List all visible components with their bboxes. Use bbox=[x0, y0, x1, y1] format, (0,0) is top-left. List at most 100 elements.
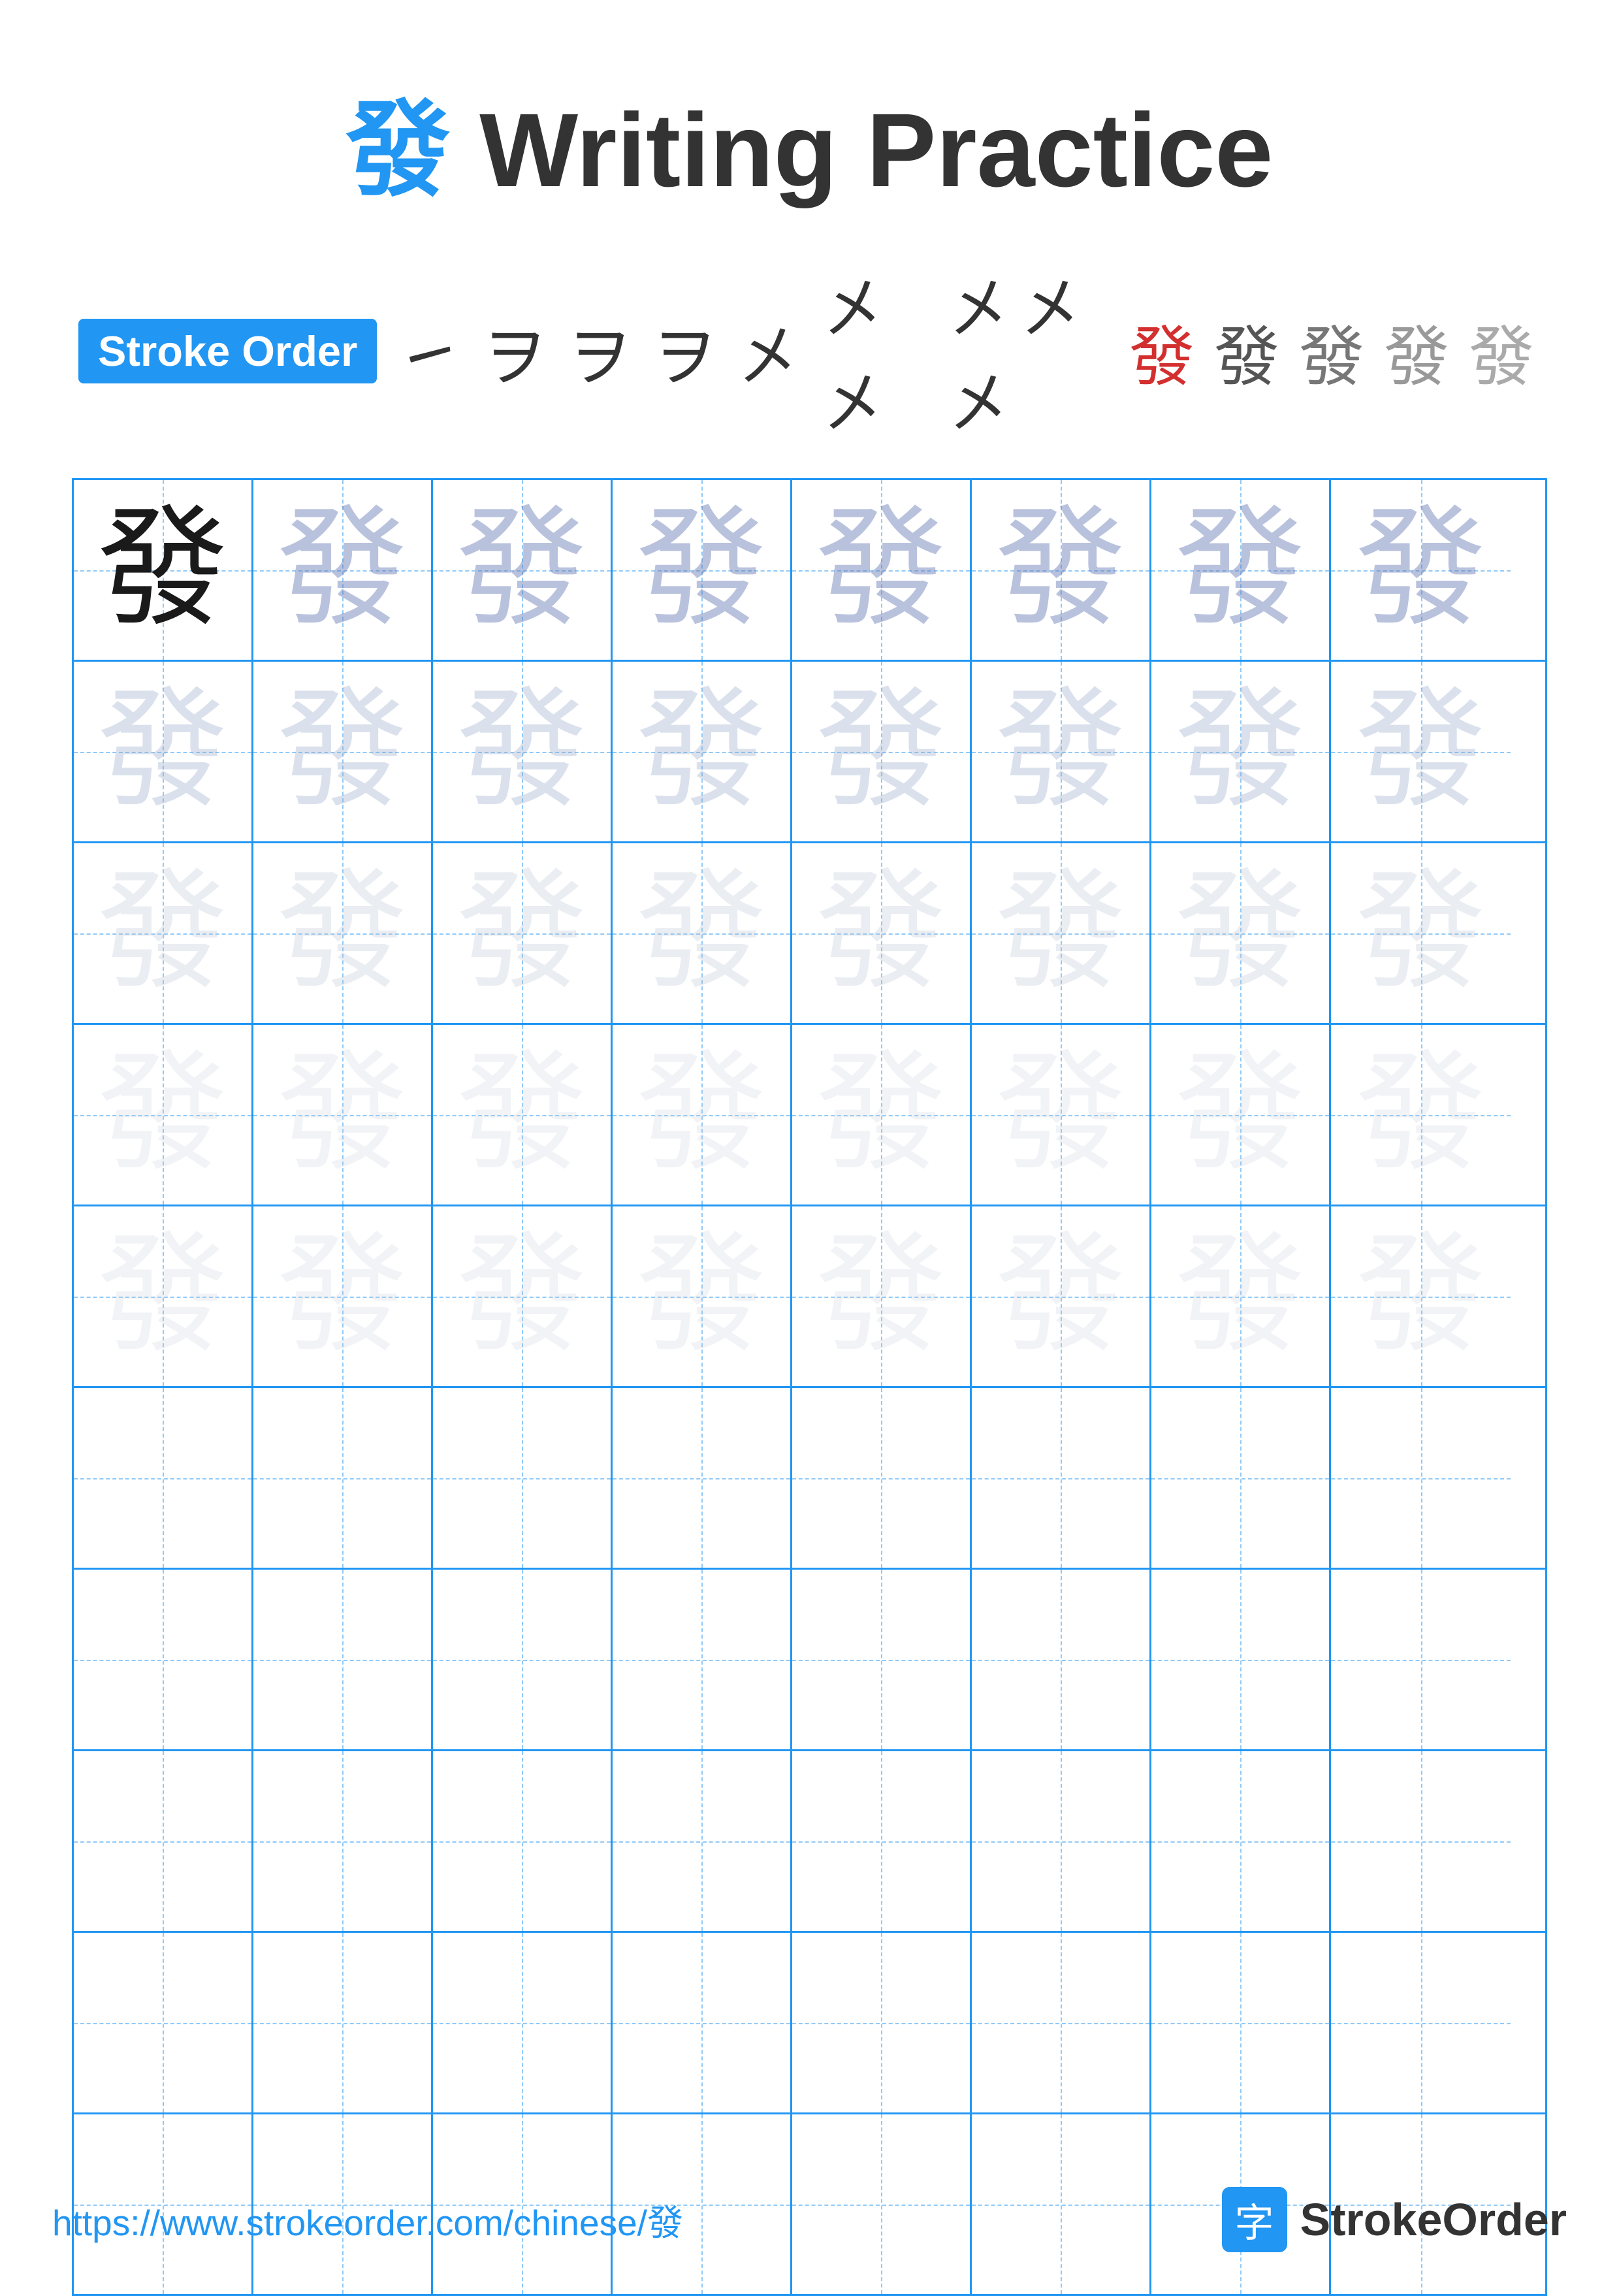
grid-cell-8-6[interactable] bbox=[972, 1751, 1151, 1931]
char-l3: 發 bbox=[1175, 868, 1306, 999]
char-l4: 發 bbox=[1175, 1050, 1306, 1180]
grid-cell-8-1[interactable] bbox=[74, 1751, 253, 1931]
grid-cell-4-7: 發 bbox=[1151, 1025, 1331, 1205]
char-l2: 發 bbox=[1175, 687, 1306, 817]
grid-cell-9-2[interactable] bbox=[253, 1933, 433, 2112]
grid-cell-1-1: 發 bbox=[74, 480, 253, 660]
grid-cell-8-5[interactable] bbox=[792, 1751, 972, 1931]
grid-cell-3-6: 發 bbox=[972, 843, 1151, 1023]
char-l1: 發 bbox=[995, 505, 1126, 636]
grid-cell-9-6[interactable] bbox=[972, 1933, 1151, 2112]
grid-cell-5-1: 發 bbox=[74, 1206, 253, 1386]
grid-cell-7-8[interactable] bbox=[1331, 1570, 1511, 1749]
grid-cell-3-2: 發 bbox=[253, 843, 433, 1023]
char-l2: 發 bbox=[457, 687, 587, 817]
grid-cell-6-8[interactable] bbox=[1331, 1388, 1511, 1568]
grid-cell-4-5: 發 bbox=[792, 1025, 972, 1205]
page-container: 發 Writing Practice Stroke Order ㇀ ヲ ヲ ヲ … bbox=[0, 0, 1619, 2291]
grid-cell-6-3[interactable] bbox=[433, 1388, 613, 1568]
stroke-sequence: ㇀ ヲ ヲ ヲ 㐅 㐅㐅 㐅㐅㐅 發 發 發 發 發 bbox=[396, 256, 1541, 445]
grid-cell-6-7[interactable] bbox=[1151, 1388, 1331, 1568]
char-dark: 發 bbox=[97, 505, 228, 636]
char-l4: 發 bbox=[1355, 1050, 1486, 1180]
grid-cell-1-2: 發 bbox=[253, 480, 433, 660]
grid-cell-3-8: 發 bbox=[1331, 843, 1511, 1023]
grid-row-2: 發 發 發 發 發 發 發 發 bbox=[74, 662, 1545, 843]
grid-cell-4-4: 發 bbox=[613, 1025, 792, 1205]
grid-cell-7-4[interactable] bbox=[613, 1570, 792, 1749]
char-l2: 發 bbox=[995, 687, 1126, 817]
grid-row-6 bbox=[74, 1388, 1545, 1570]
stroke-6: 㐅㐅 bbox=[821, 256, 934, 445]
grid-cell-8-2[interactable] bbox=[253, 1751, 433, 1931]
grid-cell-9-1[interactable] bbox=[74, 1933, 253, 2112]
brand-icon: 字 bbox=[1222, 2187, 1287, 2252]
grid-cell-7-7[interactable] bbox=[1151, 1570, 1331, 1749]
grid-cell-2-6: 發 bbox=[972, 662, 1151, 841]
stroke-10: 發 bbox=[1299, 304, 1371, 398]
grid-cell-5-6: 發 bbox=[972, 1206, 1151, 1386]
char-l3: 發 bbox=[1355, 868, 1486, 999]
grid-cell-1-6: 發 bbox=[972, 480, 1151, 660]
grid-cell-8-7[interactable] bbox=[1151, 1751, 1331, 1931]
grid-cell-9-7[interactable] bbox=[1151, 1933, 1331, 2112]
grid-cell-8-4[interactable] bbox=[613, 1751, 792, 1931]
grid-cell-6-4[interactable] bbox=[613, 1388, 792, 1568]
char-l4: 發 bbox=[636, 1231, 767, 1362]
char-l4: 發 bbox=[97, 1231, 228, 1362]
grid-cell-7-2[interactable] bbox=[253, 1570, 433, 1749]
grid-cell-3-3: 發 bbox=[433, 843, 613, 1023]
char-l4: 發 bbox=[636, 1050, 767, 1180]
grid-cell-4-3: 發 bbox=[433, 1025, 613, 1205]
grid-cell-3-4: 發 bbox=[613, 843, 792, 1023]
char-l3: 發 bbox=[277, 868, 408, 999]
stroke-12: 發 bbox=[1469, 304, 1541, 398]
char-l4: 發 bbox=[995, 1050, 1126, 1180]
grid-cell-9-4[interactable] bbox=[613, 1933, 792, 2112]
grid-cell-1-3: 發 bbox=[433, 480, 613, 660]
grid-cell-9-5[interactable] bbox=[792, 1933, 972, 2112]
grid-cell-9-8[interactable] bbox=[1331, 1933, 1511, 2112]
grid-cell-5-3: 發 bbox=[433, 1206, 613, 1386]
char-l1: 發 bbox=[1175, 505, 1306, 636]
grid-cell-4-6: 發 bbox=[972, 1025, 1151, 1205]
grid-row-9 bbox=[74, 1933, 1545, 2114]
footer: https://www.strokeorder.com/chinese/發 字 … bbox=[52, 2187, 1567, 2252]
stroke-3: ヲ bbox=[566, 304, 638, 398]
grid-cell-8-8[interactable] bbox=[1331, 1751, 1511, 1931]
char-l4: 發 bbox=[457, 1050, 587, 1180]
grid-cell-6-1[interactable] bbox=[74, 1388, 253, 1568]
grid-cell-1-4: 發 bbox=[613, 480, 792, 660]
page-title: 發 Writing Practice bbox=[52, 65, 1567, 217]
grid-cell-6-5[interactable] bbox=[792, 1388, 972, 1568]
grid-cell-7-1[interactable] bbox=[74, 1570, 253, 1749]
grid-cell-1-7: 發 bbox=[1151, 480, 1331, 660]
char-l3: 發 bbox=[995, 868, 1126, 999]
char-l3: 發 bbox=[636, 868, 767, 999]
char-l3: 發 bbox=[97, 868, 228, 999]
grid-cell-9-3[interactable] bbox=[433, 1933, 613, 2112]
grid-cell-7-6[interactable] bbox=[972, 1570, 1151, 1749]
grid-row-4: 發 發 發 發 發 發 發 發 bbox=[74, 1025, 1545, 1206]
title-section: 發 Writing Practice bbox=[52, 65, 1567, 217]
char-l2: 發 bbox=[816, 687, 946, 817]
stroke-5: 㐅 bbox=[736, 304, 808, 398]
char-l2: 發 bbox=[636, 687, 767, 817]
grid-cell-2-8: 發 bbox=[1331, 662, 1511, 841]
char-l4: 發 bbox=[277, 1231, 408, 1362]
grid-cell-7-5[interactable] bbox=[792, 1570, 972, 1749]
stroke-8: 發 bbox=[1129, 304, 1201, 398]
grid-cell-4-2: 發 bbox=[253, 1025, 433, 1205]
grid-cell-8-3[interactable] bbox=[433, 1751, 613, 1931]
stroke-order-badge: Stroke Order bbox=[78, 319, 377, 383]
char-l1: 發 bbox=[636, 505, 767, 636]
grid-cell-7-3[interactable] bbox=[433, 1570, 613, 1749]
grid-cell-6-6[interactable] bbox=[972, 1388, 1151, 1568]
char-l1: 發 bbox=[457, 505, 587, 636]
char-l3: 發 bbox=[816, 868, 946, 999]
grid-cell-2-7: 發 bbox=[1151, 662, 1331, 841]
grid-row-7 bbox=[74, 1570, 1545, 1751]
grid-cell-6-2[interactable] bbox=[253, 1388, 433, 1568]
char-l3: 發 bbox=[457, 868, 587, 999]
grid-cell-5-8: 發 bbox=[1331, 1206, 1511, 1386]
